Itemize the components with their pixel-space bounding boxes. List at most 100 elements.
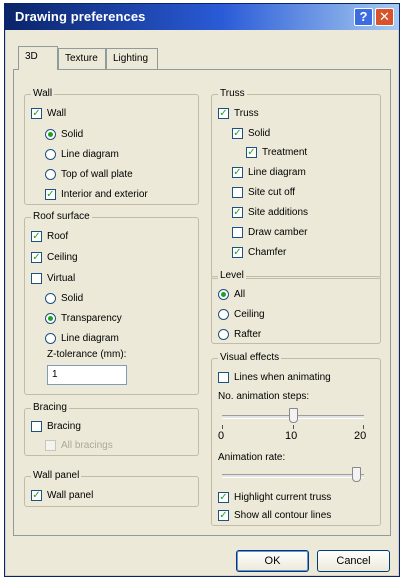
animation-rate-slider-track[interactable]: [222, 474, 364, 478]
bracing-group: Bracing Bracing All bracings: [24, 402, 199, 456]
virtual-checkbox[interactable]: Virtual: [31, 271, 75, 285]
tick-mark: [222, 425, 223, 429]
ceiling-checkbox[interactable]: ✓ Ceiling: [31, 250, 78, 264]
wall-group-title: Wall: [31, 88, 55, 99]
radio-dot: [48, 131, 53, 137]
checkbox-box[interactable]: ✓: [218, 491, 229, 503]
roof-line-diagram-label: Line diagram: [61, 332, 119, 344]
truss-line-diagram-checkbox[interactable]: ✓ Line diagram: [232, 165, 306, 179]
level-all-radio[interactable]: All: [218, 287, 245, 301]
draw-camber-checkbox[interactable]: Draw camber: [232, 225, 307, 239]
chamfer-label: Chamfer: [248, 246, 287, 258]
roof-solid-radio[interactable]: Solid: [45, 291, 83, 305]
wall-panel-checkbox[interactable]: ✓ Wall panel: [31, 488, 93, 502]
roof-solid-label: Solid: [61, 292, 84, 304]
treatment-label: Treatment: [262, 146, 308, 158]
treatment-checkbox[interactable]: ✓ Treatment: [246, 145, 307, 159]
radio-circle[interactable]: [45, 332, 56, 344]
radio-circle[interactable]: [45, 292, 56, 304]
roof-transparency-label: Transparency: [61, 312, 122, 324]
tab-3d[interactable]: 3D: [18, 46, 58, 70]
show-all-contour-lines-checkbox[interactable]: ✓ Show all contour lines: [218, 508, 331, 522]
drawing-preferences-dialog: Drawing preferences ? ✕ 3D Texture Light…: [4, 3, 400, 577]
wall-panel-group: Wall panel ✓ Wall panel: [24, 470, 199, 507]
wall-panel-group-title: Wall panel: [31, 470, 82, 481]
checkbox-box[interactable]: ✓: [232, 127, 243, 139]
wall-solid-radio[interactable]: Solid: [45, 127, 83, 141]
chamfer-checkbox[interactable]: ✓ Chamfer: [232, 245, 286, 259]
site-cut-off-checkbox[interactable]: Site cut off: [232, 185, 295, 199]
wall-top-plate-label: Top of wall plate: [61, 168, 133, 180]
roof-line-diagram-radio[interactable]: Line diagram: [45, 331, 119, 345]
radio-circle[interactable]: [218, 328, 229, 340]
radio-circle[interactable]: [218, 308, 229, 320]
checkbox-box[interactable]: ✓: [218, 509, 229, 521]
wall-checkbox[interactable]: ✓ Wall: [31, 106, 66, 120]
checkbox-box[interactable]: ✓: [31, 107, 42, 119]
interior-exterior-label: Interior and exterior: [61, 188, 148, 200]
radio-circle[interactable]: [45, 168, 56, 180]
tick-label-20: 20: [354, 430, 367, 442]
level-group: Level All Ceiling Rafter: [211, 270, 381, 344]
checkbox-box[interactable]: [218, 371, 229, 383]
highlight-current-truss-label: Highlight current truss: [234, 491, 332, 503]
site-additions-checkbox[interactable]: ✓ Site additions: [232, 205, 308, 219]
z-tolerance-label: Z-tolerance (mm):: [47, 349, 127, 360]
roof-surface-group-title: Roof surface: [31, 211, 92, 222]
level-rafter-radio[interactable]: Rafter: [218, 327, 261, 341]
checkbox-box[interactable]: [232, 186, 243, 198]
z-tolerance-input[interactable]: 1: [47, 365, 127, 385]
checkbox-box[interactable]: ✓: [31, 489, 42, 501]
ok-button[interactable]: OK: [236, 550, 309, 572]
checkbox-box[interactable]: ✓: [31, 251, 42, 263]
title-bar[interactable]: Drawing preferences ? ✕: [5, 4, 399, 30]
checkbox-box[interactable]: [232, 226, 243, 238]
highlight-current-truss-checkbox[interactable]: ✓ Highlight current truss: [218, 490, 331, 504]
checkbox-box[interactable]: [31, 420, 42, 432]
help-button[interactable]: ?: [354, 8, 373, 26]
checkbox-box[interactable]: ✓: [218, 107, 229, 119]
tab-lighting[interactable]: Lighting: [106, 48, 158, 69]
radio-circle[interactable]: [218, 288, 229, 300]
interior-exterior-checkbox[interactable]: ✓ Interior and exterior: [45, 187, 148, 201]
checkbox-box[interactable]: [45, 439, 56, 451]
roof-surface-group: Roof surface ✓ Roof ✓ Ceiling Virtual So…: [24, 211, 199, 395]
truss-line-diagram-label: Line diagram: [248, 166, 306, 178]
tick-mark: [293, 425, 294, 429]
bracing-checkbox[interactable]: Bracing: [31, 419, 81, 433]
radio-circle[interactable]: [45, 148, 56, 160]
animation-rate-slider-thumb[interactable]: [352, 467, 362, 482]
truss-solid-checkbox[interactable]: ✓ Solid: [232, 126, 270, 140]
close-button[interactable]: ✕: [375, 8, 394, 26]
tick-mark: [363, 425, 364, 429]
checkbox-box[interactable]: ✓: [232, 166, 243, 178]
tab-texture[interactable]: Texture: [58, 48, 106, 69]
radio-circle[interactable]: [45, 312, 56, 324]
wall-checkbox-label: Wall: [47, 107, 67, 119]
all-bracings-checkbox[interactable]: All bracings: [45, 438, 113, 452]
checkbox-box[interactable]: ✓: [232, 206, 243, 218]
wall-line-diagram-radio[interactable]: Line diagram: [45, 147, 119, 161]
roof-checkbox[interactable]: ✓ Roof: [31, 229, 68, 243]
checkbox-box[interactable]: ✓: [45, 188, 56, 200]
roof-transparency-radio[interactable]: Transparency: [45, 311, 122, 325]
animation-steps-slider-thumb[interactable]: [288, 408, 298, 423]
wall-top-plate-radio[interactable]: Top of wall plate: [45, 167, 133, 181]
site-additions-label: Site additions: [248, 206, 309, 218]
cancel-button[interactable]: Cancel: [317, 550, 390, 572]
checkbox-box[interactable]: [31, 272, 42, 284]
checkbox-box[interactable]: ✓: [232, 246, 243, 258]
truss-label: Truss: [234, 107, 259, 119]
level-group-title: Level: [218, 270, 246, 281]
lines-when-animating-checkbox[interactable]: Lines when animating: [218, 370, 331, 384]
truss-group-title: Truss: [218, 88, 247, 99]
wall-solid-label: Solid: [61, 128, 84, 140]
checkbox-box[interactable]: ✓: [31, 230, 42, 242]
truss-checkbox[interactable]: ✓ Truss: [218, 106, 259, 120]
animation-rate-label: Animation rate:: [218, 452, 286, 463]
level-ceiling-radio[interactable]: Ceiling: [218, 307, 265, 321]
checkbox-box[interactable]: ✓: [246, 146, 257, 158]
virtual-label: Virtual: [47, 272, 76, 284]
radio-circle[interactable]: [45, 128, 56, 140]
roof-label: Roof: [47, 230, 69, 242]
